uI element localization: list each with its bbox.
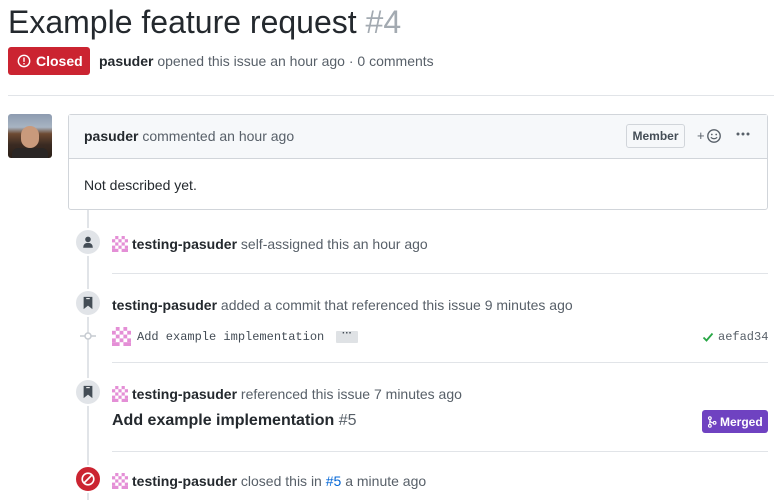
check-icon bbox=[702, 332, 714, 342]
event-time: a minute ago bbox=[345, 473, 427, 489]
issue-title-text: Example feature request bbox=[8, 4, 357, 40]
git-merge-icon bbox=[707, 415, 717, 428]
issue-closed-icon bbox=[17, 54, 31, 68]
event-badge-closed bbox=[74, 465, 102, 493]
event-closed: testing-pasuder closed this in #5 a minu… bbox=[112, 472, 426, 490]
event-actor-link[interactable]: testing-pasuder bbox=[132, 236, 237, 252]
event-actor-link[interactable]: testing-pasuder bbox=[112, 297, 217, 313]
pull-request-number[interactable]: #5 bbox=[339, 412, 357, 429]
pull-request-title[interactable]: Add example implementation bbox=[112, 412, 334, 429]
smiley-icon: + bbox=[697, 128, 721, 143]
bookmark-icon bbox=[83, 385, 93, 399]
kebab-horizontal-icon bbox=[736, 132, 750, 136]
issue-title: Example feature request #4 bbox=[8, 2, 401, 42]
event-cross-ref: testing-pasuder referenced this issue 7 … bbox=[112, 385, 462, 403]
commit-expand-button[interactable]: ··· bbox=[336, 329, 358, 343]
issue-number: #4 bbox=[365, 4, 402, 40]
event-separator bbox=[112, 273, 768, 274]
git-commit-icon bbox=[80, 332, 96, 340]
event-separator bbox=[112, 451, 768, 452]
event-badge-cross-ref bbox=[74, 378, 102, 406]
issue-state-label: Closed bbox=[36, 53, 83, 69]
circle-slash-icon bbox=[81, 472, 95, 486]
comment-header: pasuder commented an hour ago Member + bbox=[69, 115, 767, 159]
bookmark-icon bbox=[83, 296, 93, 310]
issue-meta: pasuder opened this issue an hour ago · … bbox=[99, 52, 434, 70]
person-icon bbox=[83, 236, 93, 248]
svg-text:+: + bbox=[697, 128, 705, 143]
closing-pr-link[interactable]: #5 bbox=[326, 473, 342, 489]
issue-meta-text: opened this issue an hour ago bbox=[157, 53, 345, 69]
merged-badge: Merged bbox=[702, 410, 768, 433]
event-actor-link[interactable]: testing-pasuder bbox=[132, 473, 237, 489]
event-text: referenced this issue 7 minutes ago bbox=[240, 386, 462, 402]
event-badge-assigned bbox=[74, 228, 102, 256]
event-text: added a commit that referenced this issu… bbox=[220, 297, 573, 313]
issue-comment-count: 0 comments bbox=[357, 53, 434, 69]
event-commit-ref: testing-pasuder added a commit that refe… bbox=[112, 296, 573, 314]
comment-body: Not described yet. bbox=[84, 177, 197, 193]
issue-author-link[interactable]: pasuder bbox=[99, 53, 153, 69]
comment-action: commented an hour ago bbox=[142, 128, 295, 144]
identicon bbox=[112, 386, 128, 402]
event-separator bbox=[112, 362, 768, 363]
add-reaction-button[interactable]: + bbox=[697, 125, 727, 147]
issue-state-badge: Closed bbox=[8, 47, 90, 75]
event-assigned: testing-pasuder self-assigned this an ho… bbox=[112, 235, 428, 253]
comment-box: pasuder commented an hour ago Member + N… bbox=[68, 114, 768, 210]
avatar[interactable] bbox=[8, 114, 52, 158]
member-badge: Member bbox=[626, 124, 685, 148]
event-actor-link[interactable]: testing-pasuder bbox=[132, 386, 237, 402]
comment-author-link[interactable]: pasuder bbox=[84, 128, 138, 144]
merged-label: Merged bbox=[720, 414, 763, 429]
commit-message-link[interactable]: Add example implementation bbox=[137, 330, 324, 344]
meta-separator: · bbox=[348, 53, 354, 69]
commit-sha-link[interactable]: aefad34 bbox=[718, 330, 768, 344]
event-text: self-assigned this an hour ago bbox=[240, 236, 428, 252]
pull-request-link[interactable]: Add example implementation #5 bbox=[112, 412, 357, 430]
commit-author-identicon[interactable] bbox=[112, 327, 131, 346]
event-badge-commit-ref bbox=[74, 289, 102, 317]
identicon bbox=[112, 236, 128, 252]
header-divider bbox=[8, 95, 774, 96]
comment-more-button[interactable] bbox=[735, 125, 755, 145]
event-text: closed this in bbox=[240, 473, 322, 489]
comment-author-line: pasuder commented an hour ago bbox=[84, 128, 294, 144]
identicon bbox=[112, 473, 128, 489]
